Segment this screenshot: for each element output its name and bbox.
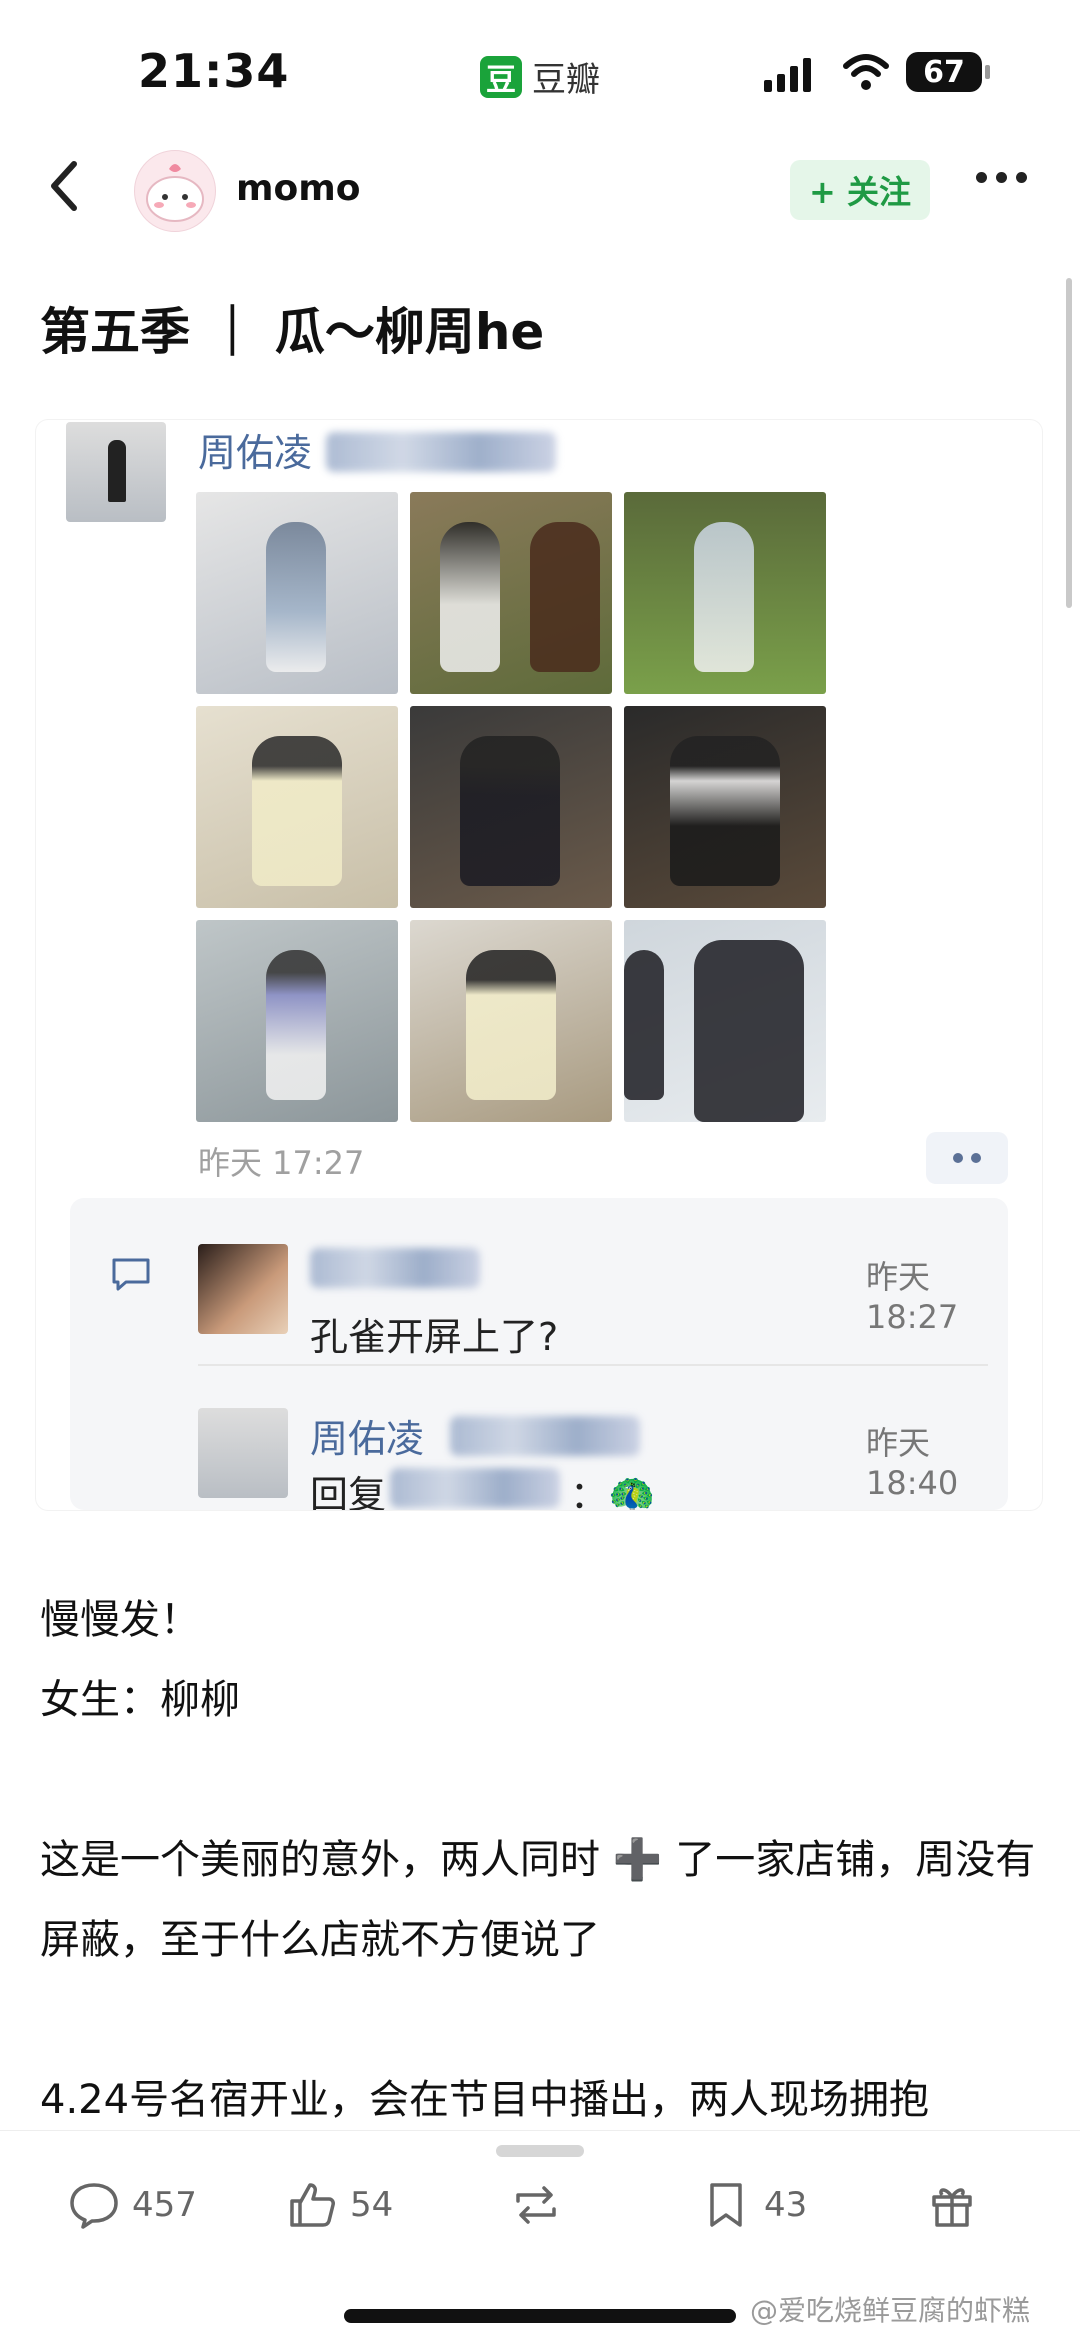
bookmark-button[interactable]: 43 xyxy=(700,2179,807,2231)
photo-grid xyxy=(196,492,832,1122)
blurred-name xyxy=(310,1248,480,1288)
author-avatar[interactable] xyxy=(134,150,216,232)
divider xyxy=(198,1364,988,1366)
photo[interactable] xyxy=(624,492,826,694)
bottom-action-bar: 457 54 43 @爱吃烧鲜豆腐的虾糕 xyxy=(0,2130,1080,2341)
photo[interactable] xyxy=(624,706,826,908)
comment-text: 孔雀开屏上了? xyxy=(310,1315,559,1359)
poster-avatar xyxy=(66,422,166,522)
reply-avatar xyxy=(198,1408,288,1498)
blurred-name xyxy=(326,432,556,472)
status-bar: 21:34 豆 豆瓣 67 xyxy=(0,0,1080,150)
photo[interactable] xyxy=(410,706,612,908)
like-count: 54 xyxy=(350,2185,394,2225)
post-paragraph: 4.24号名宿开业，会在节目中播出，两人现场拥抱 xyxy=(40,2077,930,2123)
cellular-signal-icon xyxy=(764,58,811,92)
comment-panel: 昨天 18:27 孔雀开屏上了? 周佑凌 昨天 18:40 回复 ：🦚 xyxy=(70,1198,1008,1510)
commenter-avatar xyxy=(198,1244,288,1334)
bookmark-icon xyxy=(710,2183,742,2227)
blurred-name xyxy=(450,1416,640,1456)
photo[interactable] xyxy=(196,920,398,1122)
embedded-moment-screenshot[interactable]: 周佑凌 昨天 17:27 昨天 18:27 孔雀开屏上了? 周佑凌 昨天 18:… xyxy=(36,420,1042,1510)
post-paragraph xyxy=(40,1980,1040,2060)
repost-button[interactable] xyxy=(510,2179,562,2231)
wifi-icon xyxy=(843,54,889,90)
reply-time: 昨天 18:40 xyxy=(866,1424,959,1502)
post-paragraph xyxy=(40,1740,1040,1820)
comment-time: 昨天 18:27 xyxy=(866,1258,959,1336)
post-title: 第五季 ｜ 瓜～柳周he xyxy=(40,303,545,361)
app-name: 豆瓣 xyxy=(532,60,600,100)
back-arrow-icon[interactable] xyxy=(36,150,96,220)
photo[interactable] xyxy=(196,706,398,908)
douban-logo-icon: 豆 xyxy=(480,55,522,98)
reply-name: 周佑凌 xyxy=(310,1417,425,1461)
comment-icon xyxy=(70,2183,118,2229)
gift-button[interactable] xyxy=(926,2179,978,2231)
avatar-illustration-icon xyxy=(146,164,204,222)
status-time: 21:34 xyxy=(138,44,290,98)
follow-button[interactable]: + 关注 xyxy=(790,160,930,220)
thumbs-up-icon xyxy=(290,2183,335,2227)
reply-suffix: ：🦚 xyxy=(570,1473,656,1510)
poster-name: 周佑凌 xyxy=(198,431,313,475)
app-indicator: 豆 豆瓣 xyxy=(480,52,600,101)
author-name[interactable]: momo xyxy=(236,168,361,209)
drag-handle[interactable] xyxy=(496,2145,584,2157)
more-options-icon[interactable] xyxy=(976,172,1027,183)
weibo-watermark: @爱吃烧鲜豆腐的虾糕 xyxy=(750,2294,1031,2327)
bookmark-count: 43 xyxy=(764,2185,808,2225)
comment-count: 457 xyxy=(132,2185,197,2225)
photo[interactable] xyxy=(410,920,612,1122)
blurred-name xyxy=(390,1468,560,1508)
comment-button[interactable]: 457 xyxy=(68,2179,197,2231)
home-indicator[interactable] xyxy=(344,2309,736,2323)
post-paragraph: 这是一个美丽的意外，两人同时 ➕ 了一家店铺，周没有屏蔽，至于什么店就不方便说了 xyxy=(40,1837,1036,1963)
battery-icon: 67 xyxy=(906,52,990,92)
photo[interactable] xyxy=(410,492,612,694)
moment-timestamp: 昨天 17:27 xyxy=(198,1144,365,1182)
moment-more-icon[interactable] xyxy=(926,1132,1008,1184)
like-button[interactable]: 54 xyxy=(286,2179,393,2231)
post-body: 慢慢发！ 女生：柳柳 这是一个美丽的意外，两人同时 ➕ 了一家店铺，周没有屏蔽，… xyxy=(40,1580,1040,2140)
photo[interactable] xyxy=(624,920,826,1122)
comment-bubble-icon xyxy=(112,1258,150,1291)
post-paragraph: 女生：柳柳 xyxy=(40,1677,240,1723)
repost-icon xyxy=(516,2186,556,2224)
photo[interactable] xyxy=(196,492,398,694)
scrollbar[interactable] xyxy=(1066,278,1072,608)
post-paragraph: 慢慢发！ xyxy=(40,1597,200,1643)
reply-prefix: 回复 xyxy=(310,1473,387,1510)
gift-icon xyxy=(932,2188,972,2227)
